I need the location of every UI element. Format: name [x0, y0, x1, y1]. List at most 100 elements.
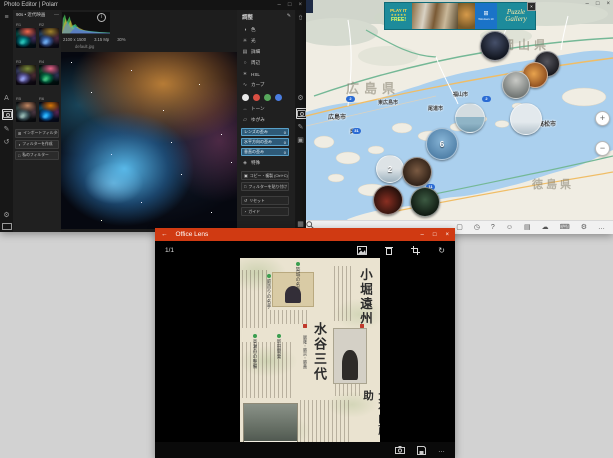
lens-distortion-value: 0 [283, 129, 286, 135]
gear-icon[interactable]: ⚙ [0, 211, 13, 220]
document-heading: 築城の名手 [295, 262, 301, 292]
puzzle-ad-banner[interactable]: PLAY IT ★★★★★ FREE! ⊞ Windows 10 Puzzle … [384, 2, 536, 30]
clock-icon[interactable]: ◷ [474, 223, 480, 233]
filter-thumbnail[interactable] [16, 28, 36, 48]
close-button[interactable]: × [606, 1, 610, 7]
photo-marker[interactable] [480, 31, 510, 61]
more-icon[interactable]: … [598, 223, 605, 233]
image-export-icon[interactable] [357, 246, 368, 255]
more-icon[interactable]: … [438, 447, 445, 454]
swatch-red[interactable] [253, 94, 260, 101]
adjust-item-hsl[interactable]: ∗ HSL [242, 71, 260, 77]
adjust-item-detail[interactable]: ▤ 詳細 [242, 49, 261, 55]
brush-icon[interactable]: ✎ [0, 125, 13, 134]
photo-marker[interactable] [502, 71, 530, 99]
crop-icon[interactable]: ▣ [295, 136, 306, 145]
guide-button[interactable]: ◔ ガイド [241, 207, 289, 216]
maximize-button[interactable]: □ [433, 232, 437, 238]
keyboard-icon[interactable]: ⌨ [560, 223, 570, 233]
swatch-white[interactable] [242, 94, 249, 101]
document-heading: 庭造りの名手 [266, 274, 272, 309]
horizontal-distortion-value: 0 [283, 139, 286, 145]
text-tool-icon[interactable]: A [0, 94, 13, 103]
image-icon[interactable]: ▤ [524, 223, 531, 233]
cloud-icon[interactable]: ☁ [542, 223, 549, 233]
camera-tool-selected[interactable] [2, 109, 13, 120]
special-icon: ◈ [243, 160, 247, 166]
horizontal-distortion-field[interactable]: 水平方向の歪み 0 [241, 138, 289, 146]
import-filter-button[interactable]: ⊞ インポートフィルター [15, 129, 59, 138]
create-filter-button[interactable]: ◑ フィルターを作成 [15, 140, 59, 149]
gear-icon[interactable]: ⚙ [581, 223, 587, 233]
filter-thumbnail[interactable] [16, 65, 36, 85]
close-button[interactable]: × [298, 2, 302, 8]
photo-editor-window: Photo Editor | Polarr – □ × ≡ A ✎ ↺ ⚙ 90… [0, 0, 307, 232]
cluster-count: 6 [439, 139, 445, 149]
save-icon[interactable] [417, 445, 426, 455]
adjust-item-tone[interactable]: ↔ トーン [242, 106, 265, 112]
camera-icon[interactable] [395, 446, 405, 454]
rotate-icon[interactable]: ↻ [438, 246, 445, 255]
photo-marker[interactable] [410, 187, 440, 217]
portrait-painting [272, 272, 314, 307]
maximize-button[interactable]: □ [288, 2, 292, 8]
zoom-out-button[interactable]: − [595, 141, 610, 156]
swatch-blue[interactable] [275, 94, 282, 101]
info-icon[interactable]: i [97, 13, 106, 22]
swatch-green[interactable] [264, 94, 271, 101]
photo-canvas[interactable] [61, 52, 237, 229]
my-filters-button[interactable]: □ 私のフィルター [15, 151, 59, 160]
minimize-button[interactable]: – [278, 2, 281, 8]
photo-marker[interactable] [510, 103, 542, 135]
adjust-item-color[interactable]: ◑ 色 [242, 27, 255, 33]
photo-cluster-marker[interactable]: 2 [376, 155, 404, 183]
tune-icon[interactable]: ≡ [0, 13, 13, 22]
zoom-in-button[interactable]: + [595, 111, 610, 126]
gear-icon[interactable]: ⚙ [295, 94, 306, 103]
ad-close-button[interactable]: × [527, 2, 536, 11]
lens-distortion-field[interactable]: レンズの歪み 0 [241, 128, 289, 136]
filter-thumbnail[interactable] [39, 65, 59, 85]
history-icon[interactable]: ↺ [0, 138, 13, 147]
adjust-item-special[interactable]: ◈ 特殊 [242, 160, 260, 166]
hsl-icon: ∗ [242, 71, 248, 77]
edit-pencil-icon[interactable]: ✎ [287, 13, 291, 19]
adjust-item-vignette[interactable]: ○ 周辺 [242, 60, 260, 66]
adjust-item-distort[interactable]: ▱ ゆがみ [242, 117, 265, 123]
paste-icon: □ [244, 184, 247, 189]
help-icon[interactable]: ? [491, 223, 495, 233]
office-lens-window: ← Office Lens – □ × 1/1 ↻ 小堀遠州 水谷三代 （勝隆・… [155, 228, 455, 458]
copy-filter-button[interactable]: ▣ コピー・複製 (Ctrl+C) [241, 171, 289, 180]
filter-thumbnail[interactable] [16, 102, 36, 122]
filter-thumbnail[interactable] [39, 28, 59, 48]
filter-thumbnail[interactable] [39, 102, 59, 122]
collapse-handle[interactable]: — [54, 12, 59, 18]
paste-filter-button[interactable]: □ フィルターを貼り付け (Ctrl+V) [241, 182, 289, 191]
photo-cluster-marker[interactable]: 6 [426, 128, 458, 160]
photo-marker[interactable] [373, 185, 403, 215]
vertical-distortion-field[interactable]: 垂直の歪み 0 [241, 148, 289, 156]
delete-icon[interactable] [385, 246, 394, 255]
adjust-panel: 調整 ✎ ◑ 色 ☀ 光 ▤ 詳細 ○ 周辺 ∗ HSL ∿ カーブ ↔ トーン… [237, 10, 295, 232]
maximize-button[interactable]: □ [596, 1, 600, 7]
adjust-item-light[interactable]: ☀ 光 [242, 38, 256, 44]
back-icon[interactable]: ← [161, 231, 168, 238]
scanned-document[interactable]: 小堀遠州 水谷三代 （勝隆・勝宗・勝美） 大石内蔵助 築城の名手 庭造りの名手 … [240, 258, 380, 446]
minimize-button[interactable]: – [421, 232, 424, 238]
briefcase-icon[interactable]: ▢ [456, 223, 463, 233]
import-icon: ⊞ [18, 132, 22, 136]
minimize-button[interactable]: – [586, 1, 589, 7]
crop-icon[interactable] [411, 246, 421, 255]
monitor-icon[interactable] [2, 223, 12, 230]
curves-icon: ∿ [242, 82, 248, 88]
reset-button[interactable]: ↺ リセット [241, 196, 289, 205]
close-button[interactable]: × [445, 232, 449, 238]
adjust-item-curves[interactable]: ∿ カーブ [242, 82, 265, 88]
pen-icon[interactable]: ✎ [295, 123, 306, 132]
export-icon[interactable]: ⇧ [295, 14, 306, 23]
photo-marker[interactable] [455, 103, 485, 133]
photo-marker[interactable] [402, 157, 432, 187]
emoji-icon[interactable]: ☺ [506, 223, 513, 233]
filter-label: R6 [39, 96, 45, 101]
filter-category-label[interactable]: 90s • 近代映画 [16, 12, 45, 18]
